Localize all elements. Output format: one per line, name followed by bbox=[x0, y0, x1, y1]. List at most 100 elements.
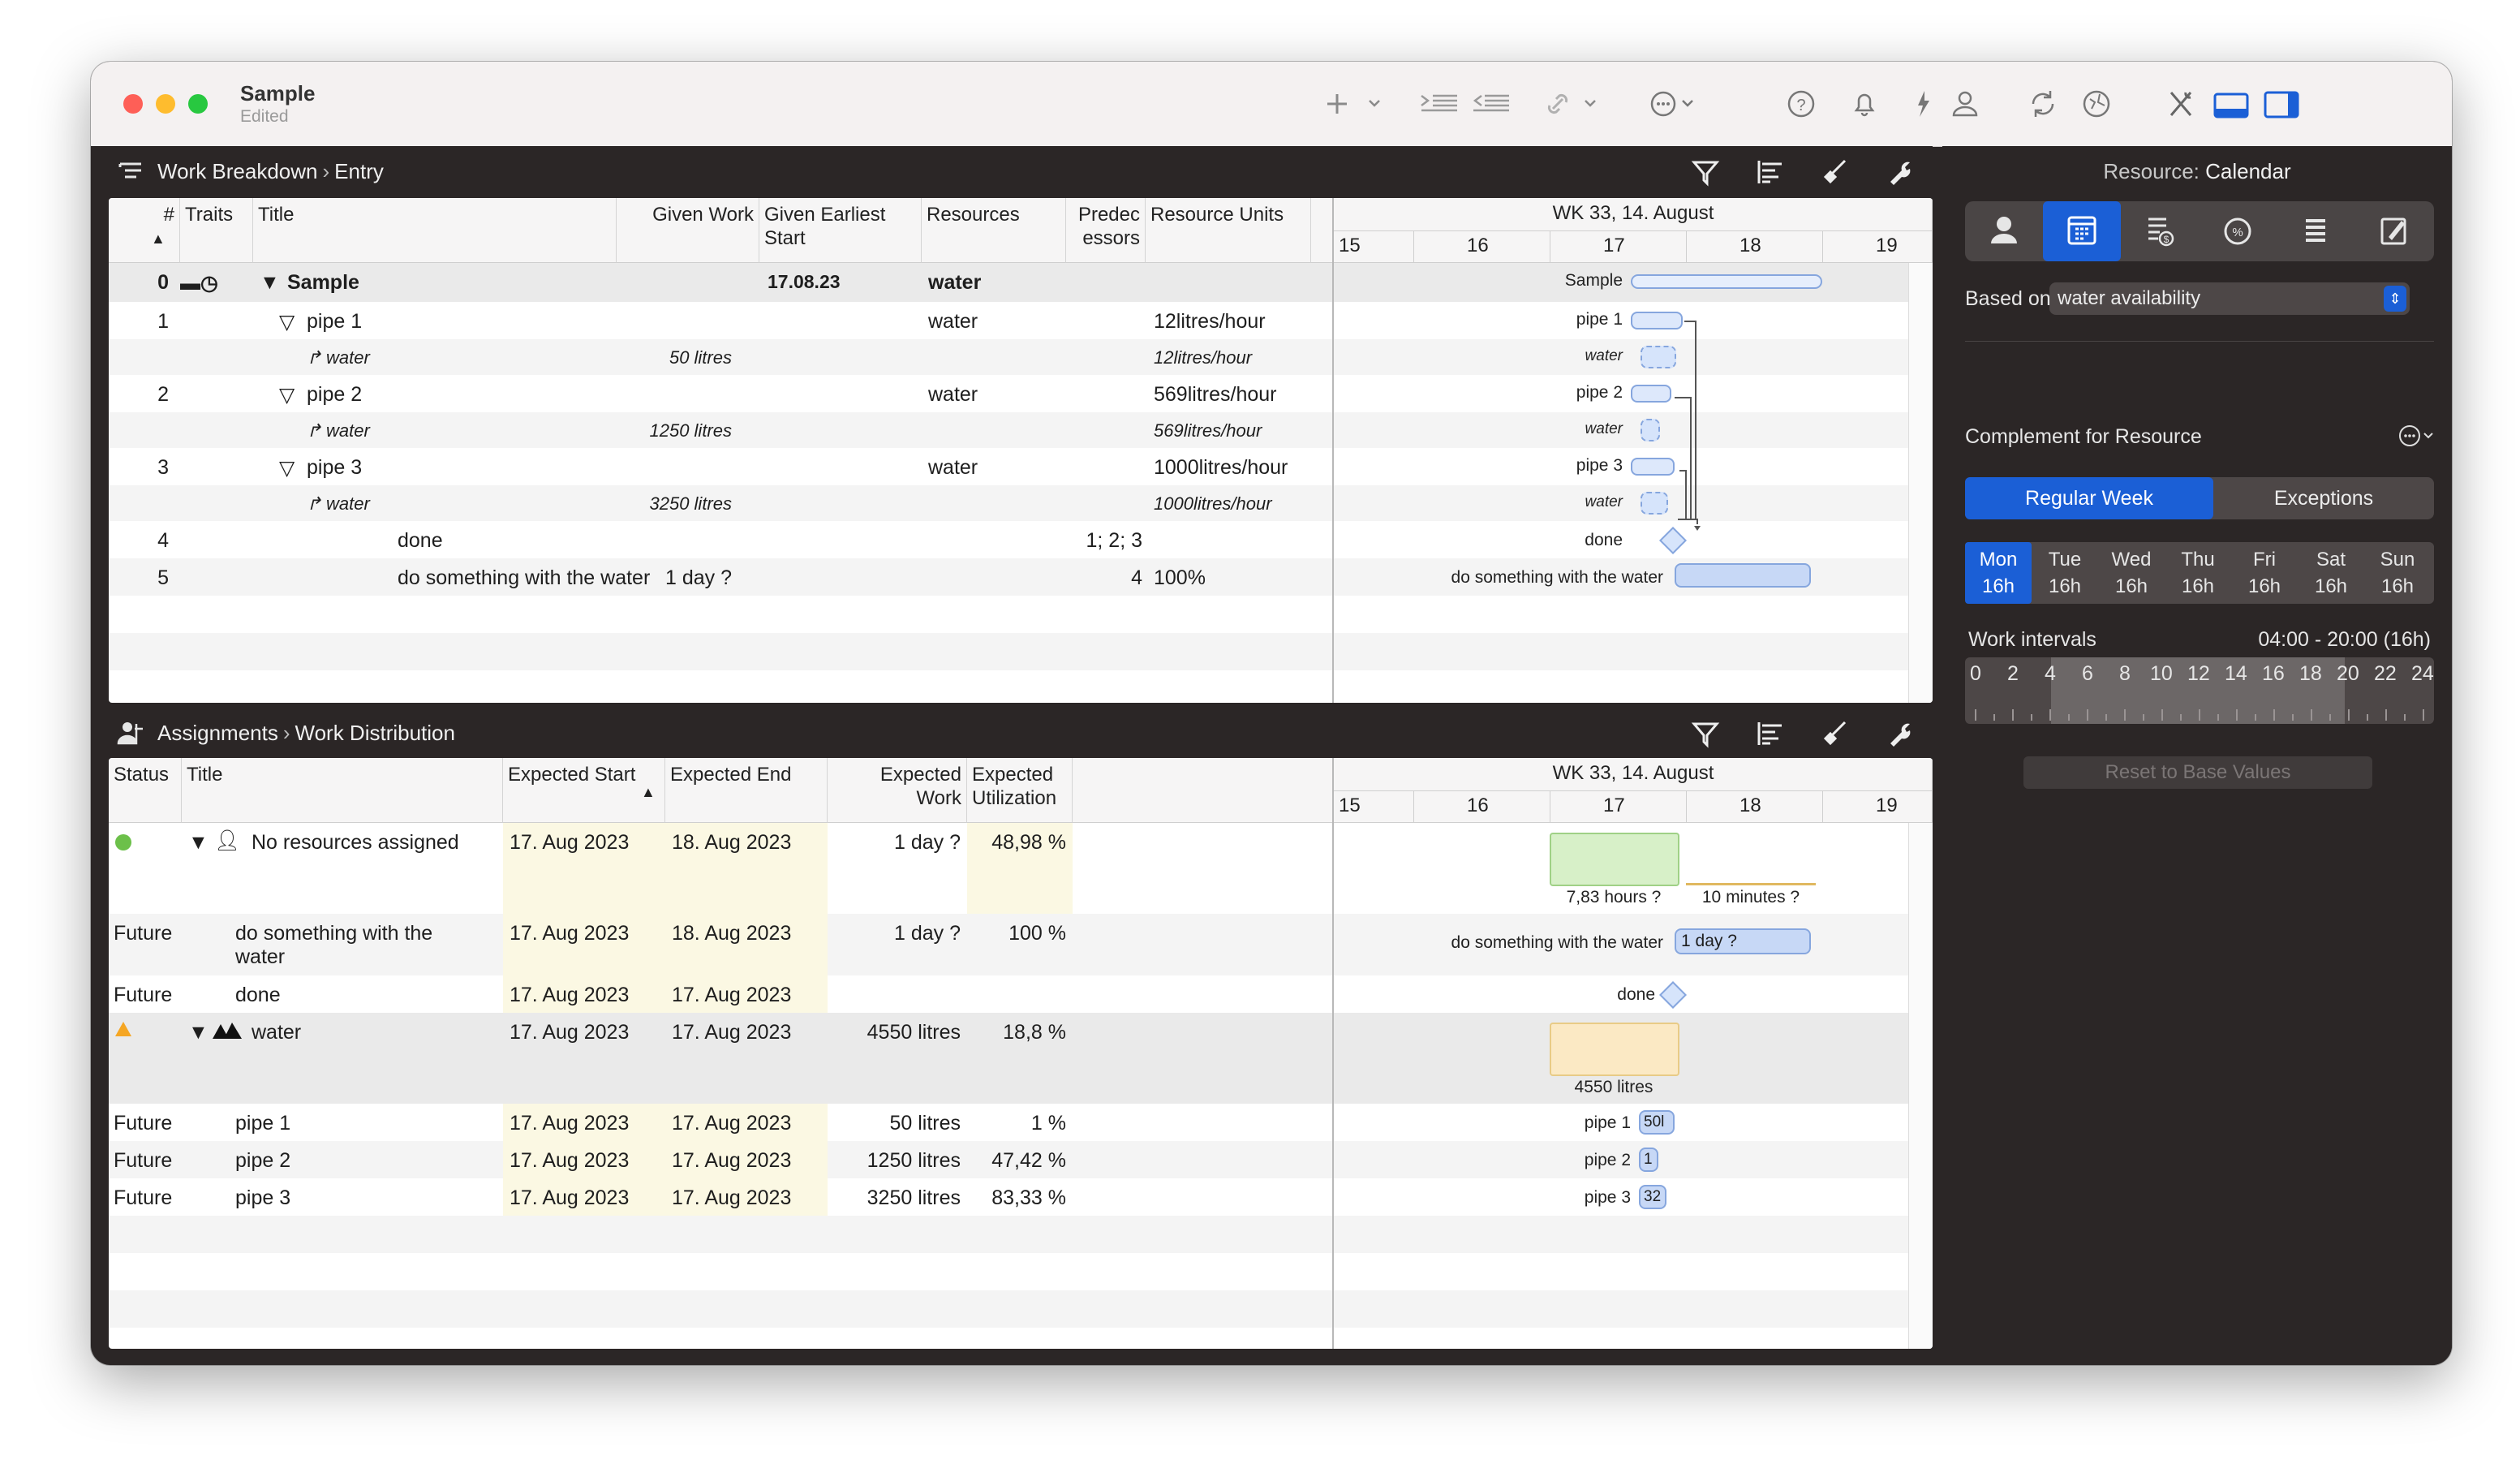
more-options-icon[interactable] bbox=[2397, 422, 2439, 454]
disclosure-triangle-icon[interactable]: ▽ bbox=[279, 310, 295, 334]
table-row[interactable]: Future pipe 2 17. Aug 2023 17. Aug 2023 … bbox=[109, 1141, 1933, 1178]
day-thu[interactable]: Thu 16h bbox=[2165, 542, 2231, 604]
column-header-expected-work[interactable]: Expected Work bbox=[828, 758, 967, 823]
filter-icon[interactable] bbox=[1689, 156, 1722, 188]
breadcrumb-work-breakdown[interactable]: Work Breakdown bbox=[157, 159, 318, 183]
gantt-splitter[interactable] bbox=[1332, 758, 1334, 1349]
work-interval-slider[interactable]: 0 2 4 6 8 10 12 14 16 18 20 22 24 bbox=[1965, 657, 2434, 724]
tools-icon[interactable] bbox=[2165, 84, 2197, 123]
tab-costs[interactable]: $ bbox=[2121, 201, 2199, 261]
day-fri[interactable]: Fri 16h bbox=[2231, 542, 2298, 604]
column-header-expected-start[interactable]: Expected Start ▲ bbox=[503, 758, 665, 823]
table-row[interactable]: ▼ water 17. Aug 2023 17. Aug 2023 4550 l… bbox=[109, 1013, 1933, 1104]
table-row[interactable]: Future do something with the water 17. A… bbox=[109, 914, 1933, 975]
outdent-icon[interactable] bbox=[1470, 84, 1512, 123]
tab-resource-person[interactable] bbox=[1965, 201, 2043, 261]
gantt-splitter[interactable] bbox=[1332, 198, 1334, 703]
gantt-assignment-bar[interactable]: 1 bbox=[1639, 1148, 1658, 1172]
scrollbar-track[interactable] bbox=[1908, 823, 1933, 1349]
column-header-resources[interactable]: Resources bbox=[922, 198, 1066, 263]
tab-utilization[interactable]: % bbox=[2199, 201, 2277, 261]
gantt-assignment-bar[interactable]: 50l bbox=[1639, 1110, 1675, 1135]
tab-regular-week[interactable]: Regular Week bbox=[1965, 477, 2213, 519]
gantt-summary-bar[interactable] bbox=[1631, 274, 1822, 289]
scrollbar-track[interactable] bbox=[1908, 263, 1933, 703]
tab-list[interactable] bbox=[2277, 201, 2354, 261]
slider-tick bbox=[2217, 714, 2219, 721]
disclosure-triangle-icon[interactable]: ▼ bbox=[188, 831, 209, 855]
gantt-bars-icon[interactable] bbox=[1754, 156, 1787, 188]
wrench-icon[interactable] bbox=[1884, 717, 1916, 750]
indent-icon[interactable] bbox=[1418, 84, 1460, 123]
bell-icon[interactable] bbox=[1848, 84, 1881, 123]
filter-icon[interactable] bbox=[1689, 717, 1722, 750]
gantt-day-19: 19 bbox=[1876, 794, 1898, 816]
close-window-button[interactable] bbox=[123, 94, 143, 114]
tab-exceptions[interactable]: Exceptions bbox=[2213, 477, 2434, 519]
day-mon[interactable]: Mon 16h bbox=[1965, 542, 2032, 604]
help-icon[interactable]: ? bbox=[1785, 84, 1817, 123]
inspector-sidebar: Resource: Calendar $ % Based on water av… bbox=[1942, 146, 2452, 1365]
gantt-milestone[interactable] bbox=[1659, 981, 1687, 1009]
breadcrumb-entry[interactable]: Entry bbox=[334, 159, 384, 183]
disclosure-triangle-icon[interactable]: ▼ bbox=[188, 1021, 209, 1044]
gantt-header: WK 33, 14. August 15 16 17 18 19 bbox=[1334, 198, 1933, 263]
lightning-icon[interactable] bbox=[1907, 84, 1939, 123]
reset-to-base-values-button[interactable]: Reset to Base Values bbox=[2023, 756, 2372, 789]
gantt-utilization-bar[interactable] bbox=[1550, 1023, 1679, 1076]
person-icon[interactable] bbox=[1949, 84, 1981, 123]
gantt-utilization-bar[interactable] bbox=[1550, 833, 1679, 886]
column-header-expected-utilization[interactable]: Expected Utilization bbox=[967, 758, 1073, 823]
gantt-day-15: 15 bbox=[1339, 794, 1361, 816]
add-icon[interactable] bbox=[1321, 84, 1353, 123]
column-header-resource-units[interactable]: Resource Units bbox=[1146, 198, 1311, 263]
tab-notes[interactable] bbox=[2354, 201, 2432, 261]
brush-icon[interactable] bbox=[1819, 717, 1851, 750]
column-header-status[interactable]: Status bbox=[109, 758, 182, 823]
wrench-icon[interactable] bbox=[1884, 156, 1916, 188]
table-row[interactable]: Future pipe 3 17. Aug 2023 17. Aug 2023 … bbox=[109, 1178, 1933, 1216]
column-header-title[interactable]: Title bbox=[253, 198, 617, 263]
based-on-select[interactable]: water availability ⇕ bbox=[2049, 282, 2410, 315]
chevron-down-icon[interactable] bbox=[1366, 84, 1383, 123]
sidebar-toggle-icon[interactable] bbox=[2262, 84, 2301, 123]
brush-icon[interactable] bbox=[1819, 156, 1851, 188]
gantt-bars-icon[interactable] bbox=[1754, 717, 1787, 750]
disclosure-triangle-icon[interactable]: ▽ bbox=[279, 456, 295, 480]
slider-tick bbox=[2385, 709, 2387, 721]
disclosure-triangle-icon[interactable]: ▼ bbox=[260, 271, 280, 295]
link-icon[interactable] bbox=[1542, 84, 1574, 123]
tab-calendar[interactable] bbox=[2043, 201, 2121, 261]
bottom-pane-toggle-icon[interactable] bbox=[2212, 84, 2251, 123]
column-header-expected-end[interactable]: Expected End bbox=[665, 758, 828, 823]
gantt-label: water bbox=[1585, 493, 1623, 510]
link-chevron-icon[interactable] bbox=[1582, 84, 1598, 123]
column-header-traits[interactable]: Traits bbox=[180, 198, 253, 263]
breadcrumb-work-distribution[interactable]: Work Distribution bbox=[295, 721, 455, 745]
gantt-label: pipe 2 bbox=[1576, 383, 1623, 402]
table-row[interactable]: Future done 17. Aug 2023 17. Aug 2023 do… bbox=[109, 975, 1933, 1013]
column-header-number[interactable]: # ▲ bbox=[109, 198, 180, 263]
gantt-utilization-bar[interactable] bbox=[1686, 883, 1816, 885]
slider-tick bbox=[2068, 714, 2070, 721]
refresh-icon[interactable] bbox=[2027, 84, 2059, 123]
assignment-arrow-icon: ↱ bbox=[307, 493, 322, 514]
day-sun[interactable]: Sun 16h bbox=[2364, 542, 2431, 604]
day-wed[interactable]: Wed 16h bbox=[2098, 542, 2165, 604]
column-header-title[interactable]: Title bbox=[182, 758, 503, 823]
zoom-window-button[interactable] bbox=[188, 94, 208, 114]
day-tue[interactable]: Tue 16h bbox=[2032, 542, 2098, 604]
gantt-assignment-bar[interactable]: 32 bbox=[1639, 1185, 1666, 1209]
more-options-icon[interactable] bbox=[1647, 84, 1704, 123]
disclosure-triangle-icon[interactable]: ▽ bbox=[279, 383, 295, 407]
column-header-given-work[interactable]: Given Work bbox=[617, 198, 759, 263]
day-sat[interactable]: Sat 16h bbox=[2298, 542, 2364, 604]
minimize-window-button[interactable] bbox=[156, 94, 175, 114]
column-header-predecessors[interactable]: Predec essors bbox=[1066, 198, 1146, 263]
breadcrumb-assignments[interactable]: Assignments bbox=[157, 721, 278, 745]
table-row[interactable]: Future pipe 1 17. Aug 2023 17. Aug 2023 … bbox=[109, 1104, 1933, 1141]
column-header-given-earliest-start[interactable]: Given Earliest Start bbox=[759, 198, 922, 263]
gantt-task-bar[interactable]: 1 day ? bbox=[1675, 928, 1811, 954]
table-row[interactable]: ▼ 👤︎ No resources assigned 17. Aug 2023 … bbox=[109, 823, 1933, 914]
globe-clock-icon[interactable] bbox=[2080, 84, 2113, 123]
